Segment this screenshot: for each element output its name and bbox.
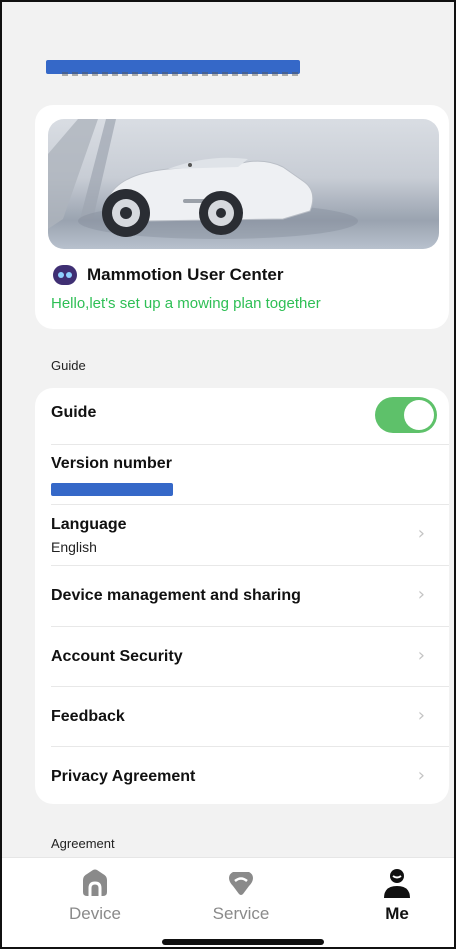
chevron-right-icon: › [417,584,425,605]
section-guide-label: Guide [51,358,86,373]
guide-label: Guide [51,404,97,421]
user-center-card[interactable]: Mammotion User Center Hello,let's set up… [35,105,449,329]
tab-me[interactable]: Me [342,858,452,933]
user-center-title: Mammotion User Center [87,265,284,284]
chevron-right-icon: › [417,523,425,544]
toggle-knob [404,400,434,430]
settings-row-language[interactable]: Language English › [51,505,449,566]
chevron-right-icon: › [417,705,425,726]
tab-me-label: Me [385,904,409,923]
tab-device-label: Device [69,904,121,923]
settings-row-account-security[interactable]: Account Security › [51,627,449,687]
chevron-right-icon: › [417,765,425,786]
tab-service[interactable]: Service [186,858,296,933]
settings-row-feedback[interactable]: Feedback › [51,687,449,747]
tab-service-label: Service [212,904,270,923]
language-label: Language [51,516,127,533]
chevron-right-icon: › [417,645,425,666]
guide-toggle[interactable] [375,397,437,433]
user-center-subtitle: Hello,let's set up a mowing plan togethe… [51,295,321,312]
mower-banner-image [48,119,439,249]
settings-row-guide: Guide [51,388,449,445]
version-label: Version number [51,455,172,472]
account-security-label: Account Security [51,648,183,665]
feedback-label: Feedback [51,708,125,725]
privacy-agreement-label: Privacy Agreement [51,768,196,785]
settings-row-version: Version number [51,445,449,505]
robot-avatar-icon [53,265,77,285]
language-value: English [51,539,97,555]
settings-row-privacy[interactable]: Privacy Agreement › [51,747,449,804]
settings-list: Guide Version number Language English › … [35,388,449,804]
home-indicator[interactable] [162,939,324,945]
redacted-email [46,60,300,76]
bottom-tab-bar: Device Service Me [2,857,454,947]
section-agreement-label: Agreement [51,836,115,851]
person-icon [381,868,413,898]
redacted-version-number [51,483,173,496]
tab-device[interactable]: Device [40,858,150,933]
settings-row-device-management[interactable]: Device management and sharing › [51,566,449,627]
service-icon [225,868,257,898]
home-icon [79,868,111,898]
screen: Mammotion User Center Hello,let's set up… [0,0,456,949]
device-management-label: Device management and sharing [51,587,301,604]
